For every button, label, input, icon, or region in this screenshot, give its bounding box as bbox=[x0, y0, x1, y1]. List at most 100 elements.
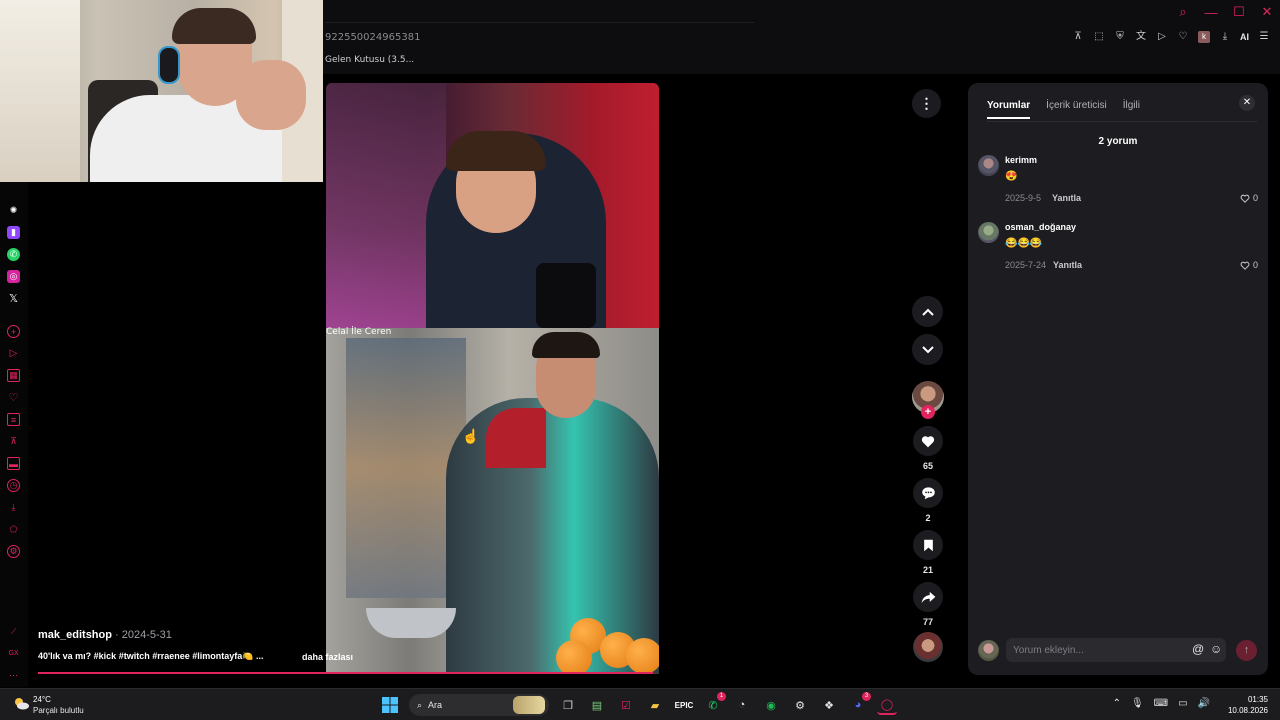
extensions-icon[interactable]: ⬠ bbox=[7, 523, 20, 536]
grid-icon[interactable]: ▦ bbox=[7, 369, 20, 382]
tab-comments[interactable]: Yorumlar bbox=[987, 100, 1031, 119]
volume-icon[interactable]: 🔊 bbox=[1198, 698, 1210, 709]
add-circle-icon[interactable]: + bbox=[7, 325, 20, 338]
excel-icon[interactable]: ▤ bbox=[587, 695, 607, 715]
profile-avatar[interactable]: k bbox=[1198, 31, 1210, 43]
system-clock[interactable]: 01:35 10.08.2026 bbox=[1228, 694, 1268, 716]
next-video-button[interactable] bbox=[912, 334, 943, 365]
emoji-icon[interactable]: ☺ bbox=[1210, 642, 1222, 656]
send-button[interactable]: ↑ bbox=[1236, 640, 1257, 661]
maximize-icon[interactable]: ☐ bbox=[1232, 4, 1246, 20]
discord-icon[interactable]: ◕ 3 bbox=[848, 692, 871, 715]
chevron-up-icon[interactable]: ⌃ bbox=[1113, 698, 1121, 709]
taskbar-search[interactable]: ⌕ Ara bbox=[409, 694, 549, 716]
steam-icon[interactable]: ⚙ bbox=[790, 695, 810, 715]
reply-button[interactable]: Yanıtla bbox=[1052, 193, 1081, 203]
settings-icon[interactable]: ⚙ bbox=[7, 545, 20, 558]
search-icon[interactable]: ⌕ bbox=[1176, 4, 1190, 20]
tab-related[interactable]: İlgili bbox=[1123, 100, 1140, 119]
translate-icon[interactable]: 文 bbox=[1135, 31, 1147, 43]
reply-button[interactable]: Yanıtla bbox=[1053, 260, 1082, 270]
twitch-icon[interactable]: ▮ bbox=[7, 226, 20, 239]
gx-icon[interactable]: GX bbox=[7, 647, 20, 660]
comment-username[interactable]: kerimm bbox=[1005, 155, 1037, 165]
comment-like-count: 0 bbox=[1252, 260, 1258, 270]
more-options-button[interactable]: ⋮ bbox=[912, 89, 941, 118]
ai-button[interactable]: AI bbox=[1240, 32, 1249, 42]
more-icon[interactable]: ⋯ bbox=[7, 669, 20, 682]
play-icon[interactable]: ▷ bbox=[1156, 31, 1168, 43]
weather-condition: Parçalı bulutlu bbox=[33, 706, 84, 715]
weather-temperature[interactable]: 24°C bbox=[33, 695, 51, 704]
screenshot-icon[interactable]: ⬚ bbox=[1093, 31, 1105, 43]
comment-button[interactable] bbox=[913, 478, 943, 508]
epic-games-icon[interactable]: EPIC bbox=[674, 695, 694, 715]
follow-button[interactable]: + bbox=[921, 405, 935, 419]
whatsapp-icon[interactable]: ✆ 1 bbox=[703, 692, 726, 715]
minimize-icon[interactable]: — bbox=[1204, 5, 1218, 20]
bookmark-inbox[interactable]: Gelen Kutusu (3.5... bbox=[325, 55, 414, 65]
heart-icon bbox=[921, 435, 935, 447]
screen: 922550024965381 Gelen Kutusu (3.5... ⌕ —… bbox=[0, 0, 1280, 720]
share-button[interactable] bbox=[913, 582, 943, 612]
close-panel-button[interactable]: ✕ bbox=[1239, 95, 1255, 111]
keyboard-icon[interactable]: ⌨ bbox=[1154, 698, 1168, 709]
download-icon[interactable]: ⤓ bbox=[1219, 31, 1231, 43]
comment-like-button[interactable]: 0 bbox=[1240, 193, 1258, 203]
pin-icon[interactable]: ⊼ bbox=[1072, 31, 1084, 43]
file-explorer-icon[interactable]: ▰ bbox=[645, 695, 665, 715]
start-button[interactable] bbox=[380, 695, 400, 715]
pin-icon[interactable]: ⊼ bbox=[7, 435, 20, 448]
player-icon[interactable]: ▷ bbox=[7, 347, 20, 360]
mention-icon[interactable]: @ bbox=[1192, 642, 1204, 656]
microphone-icon[interactable]: 🎙 bbox=[1131, 698, 1144, 709]
x-icon[interactable]: 𝕏 bbox=[7, 292, 20, 305]
tab-creator[interactable]: İçerik üreticisi bbox=[1046, 100, 1107, 119]
spotify-icon[interactable]: ◉ bbox=[761, 695, 781, 715]
author-name[interactable]: mak_editshop bbox=[38, 629, 112, 641]
share-count: 77 bbox=[922, 617, 933, 627]
video-player[interactable] bbox=[326, 83, 659, 673]
comment-username[interactable]: osman_doğanay bbox=[1005, 222, 1076, 232]
tools-icon[interactable]: ⟋ bbox=[7, 625, 20, 638]
avatar[interactable] bbox=[978, 222, 999, 243]
network-app-icon[interactable]: ❖ bbox=[819, 695, 839, 715]
webcam-person-hair bbox=[172, 8, 256, 44]
opera-gx-icon[interactable]: ◯ bbox=[877, 695, 897, 715]
more-button[interactable]: daha fazlası bbox=[302, 652, 353, 662]
comment-item: osman_doğanay 😂😂😂 2025-7-24 Yanıtla 0 bbox=[978, 222, 1258, 282]
favorites-icon[interactable]: ♡ bbox=[7, 391, 20, 404]
checklist-app-icon[interactable]: ☑ bbox=[616, 695, 636, 715]
comment-count: 2 bbox=[925, 513, 931, 523]
display-icon[interactable]: ▭ bbox=[1178, 698, 1187, 709]
whatsapp-icon[interactable]: ✆ bbox=[7, 248, 20, 261]
partly-cloudy-icon[interactable] bbox=[12, 696, 30, 710]
video-author[interactable]: mak_editshop · 2024-5-31 bbox=[38, 629, 172, 641]
heart-outline-icon bbox=[1240, 261, 1250, 270]
browser-sidebar: ✺ ▮ ✆ ◎ 𝕏 + ▷ ▦ ♡ ≡ ⊼ ▬ ◷ ⤓ ⬠ ⚙ ⟋ GX ⋯ bbox=[0, 182, 28, 687]
wallet-icon[interactable]: ▬ bbox=[7, 457, 20, 470]
music-disc[interactable] bbox=[913, 632, 943, 662]
video-top-scene bbox=[326, 83, 659, 328]
download-icon[interactable]: ⤓ bbox=[7, 501, 20, 514]
previous-video-button[interactable] bbox=[912, 296, 943, 327]
save-button[interactable] bbox=[913, 530, 943, 560]
notes-icon[interactable]: ≡ bbox=[7, 413, 20, 426]
like-button[interactable] bbox=[913, 426, 943, 456]
chatgpt-icon[interactable]: ✺ bbox=[7, 204, 20, 217]
hand-cursor-icon: ☝ bbox=[462, 428, 480, 444]
instagram-icon[interactable]: ◎ bbox=[7, 270, 20, 283]
close-icon[interactable]: ✕ bbox=[1260, 4, 1274, 20]
menu-icon[interactable]: ☰ bbox=[1258, 31, 1270, 43]
search-label: Ara bbox=[428, 700, 443, 710]
comment-like-button[interactable]: 0 bbox=[1240, 260, 1258, 270]
history-icon[interactable]: ◷ bbox=[7, 479, 20, 492]
avatar[interactable] bbox=[978, 155, 999, 176]
task-view-icon[interactable]: ❐ bbox=[558, 695, 578, 715]
shield-icon[interactable]: ⛨ bbox=[1114, 31, 1126, 43]
heart-icon[interactable]: ♡ bbox=[1177, 31, 1189, 43]
video-progress-bar[interactable] bbox=[38, 672, 659, 674]
webcam-overlay bbox=[0, 0, 323, 182]
clock-app-icon[interactable]: ◔ bbox=[732, 695, 752, 715]
address-bar-url[interactable]: 922550024965381 bbox=[325, 32, 420, 43]
